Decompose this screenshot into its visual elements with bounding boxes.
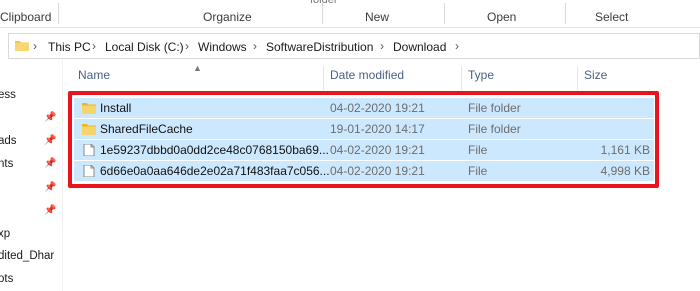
highlight-box (68, 91, 659, 188)
ribbon-divider (444, 3, 445, 24)
breadcrumb-softwaredistribution[interactable]: SoftwareDistribution (266, 40, 373, 54)
ribbon-group-organize: Organize (203, 10, 252, 24)
column-header-date[interactable]: Date modified (330, 68, 404, 90)
ribbon-group-open: Open (487, 10, 517, 24)
nav-item[interactable]: xp (0, 228, 10, 240)
column-header-size[interactable]: Size (584, 68, 607, 90)
pin-icon: 📌 (44, 182, 57, 193)
chevron-right-icon[interactable]: › (455, 39, 459, 53)
pin-icon: 📌 (44, 158, 57, 169)
chevron-right-icon[interactable]: › (185, 39, 189, 53)
breadcrumb-local-disk[interactable]: Local Disk (C:) (105, 40, 184, 54)
ribbon-divider (58, 3, 59, 24)
address-bar[interactable]: › This PC › Local Disk (C:) › Windows › … (8, 33, 700, 59)
breadcrumb-download[interactable]: Download (393, 40, 446, 54)
nav-item[interactable]: ess (0, 89, 16, 101)
nav-item[interactable]: ads (0, 135, 17, 147)
ribbon-group-labels: folder Clipboard Organize New Open Selec… (0, 0, 700, 28)
column-header-name[interactable]: Name (78, 68, 110, 90)
pin-icon: 📌 (44, 135, 57, 146)
column-divider[interactable] (577, 66, 578, 90)
chevron-right-icon[interactable]: › (380, 39, 384, 53)
sort-ascending-icon: ▲ (193, 63, 202, 73)
ribbon-divider (565, 3, 566, 24)
ribbon-group-new: New (365, 10, 390, 24)
pin-icon: 📌 (44, 112, 57, 123)
breadcrumb-this-pc[interactable]: This PC (48, 40, 91, 54)
nav-item[interactable]: nts (0, 158, 13, 170)
nav-item[interactable]: ots (0, 273, 13, 285)
breadcrumb-windows[interactable]: Windows (198, 40, 247, 54)
ribbon-group-select: Select (595, 10, 629, 24)
chevron-right-icon[interactable]: › (92, 39, 96, 53)
ribbon-group-clipboard: Clipboard (0, 10, 52, 24)
ribbon-divider (322, 3, 323, 24)
chevron-right-icon[interactable]: › (33, 39, 37, 53)
ribbon-cut-label: folder (310, 0, 338, 6)
column-divider[interactable] (461, 66, 462, 90)
navigation-pane[interactable]: ess 📌 ads 📌 nts 📌 📌 📌 xp dited_Dhar ots (0, 60, 63, 291)
column-header-type[interactable]: Type (468, 68, 494, 90)
column-divider[interactable] (323, 66, 324, 90)
pin-icon: 📌 (44, 205, 57, 216)
folder-icon (15, 41, 29, 51)
nav-item[interactable]: dited_Dhar (0, 250, 54, 262)
chevron-right-icon[interactable]: › (253, 39, 257, 53)
